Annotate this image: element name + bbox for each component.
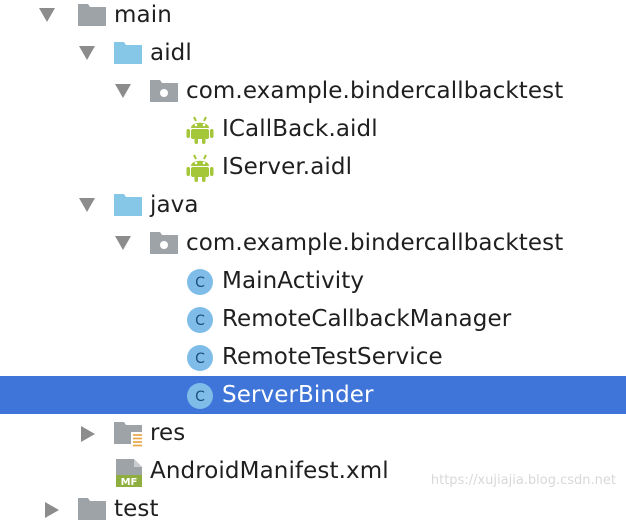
tree-item-label: AndroidManifest.xml — [150, 458, 389, 484]
tree-item-aidl[interactable]: aidl — [0, 34, 626, 72]
tree-item-label: ICallBack.aidl — [222, 116, 378, 142]
collapse-arrow-icon[interactable] — [44, 490, 64, 528]
expand-arrow-icon[interactable] — [38, 0, 58, 34]
tree-item-label: IServer.aidl — [222, 154, 353, 180]
tree-item-iserver-aidl[interactable]: IServer.aidl — [0, 148, 626, 186]
android-icon — [186, 110, 216, 148]
class-icon: C — [186, 300, 216, 338]
resource-folder-icon — [113, 414, 144, 452]
tree-item-label: RemoteCallbackManager — [222, 306, 512, 332]
tree-item-label: java — [150, 192, 199, 218]
folder-blue-icon — [113, 186, 143, 224]
tree-item-label: aidl — [150, 40, 192, 66]
tree-item-label: ServerBinder — [222, 382, 374, 408]
svg-text:C: C — [195, 389, 205, 405]
tree-item-label: test — [114, 496, 159, 522]
tree-item-aidl-package[interactable]: com.example.bindercallbacktest — [0, 72, 626, 110]
manifest-icon: MF — [114, 452, 144, 490]
package-icon — [149, 72, 179, 110]
svg-text:C: C — [195, 275, 205, 291]
expand-arrow-icon[interactable] — [114, 224, 134, 262]
class-icon: C — [186, 262, 216, 300]
tree-item-main[interactable]: main — [0, 0, 626, 34]
tree-item-java-package[interactable]: com.example.bindercallbacktest — [0, 224, 626, 262]
class-icon: C — [186, 338, 216, 376]
tree-item-label: RemoteTestService — [222, 344, 443, 370]
tree-item-label: com.example.bindercallbacktest — [186, 230, 564, 256]
class-icon: C — [186, 376, 216, 414]
package-icon — [149, 224, 179, 262]
folder-gray-icon — [77, 0, 107, 34]
tree-item-server-binder[interactable]: C ServerBinder — [0, 376, 626, 414]
tree-item-remote-callback-manager[interactable]: C RemoteCallbackManager — [0, 300, 626, 338]
tree-item-label: MainActivity — [222, 268, 365, 294]
tree-item-icallback-aidl[interactable]: ICallBack.aidl — [0, 110, 626, 148]
watermark: https://xujiajia.blog.csdn.net — [430, 473, 616, 488]
tree-item-label: res — [150, 420, 186, 446]
expand-arrow-icon[interactable] — [114, 72, 134, 110]
tree-item-label: main — [114, 2, 172, 28]
svg-text:C: C — [195, 313, 205, 329]
collapse-arrow-icon[interactable] — [80, 414, 100, 452]
tree-item-remote-test-service[interactable]: C RemoteTestService — [0, 338, 626, 376]
tree-item-label: com.example.bindercallbacktest — [186, 78, 564, 104]
svg-text:MF: MF — [121, 477, 138, 488]
svg-text:C: C — [195, 351, 205, 367]
tree-item-res[interactable]: res — [0, 414, 626, 452]
tree-item-next-partial[interactable]: test — [0, 490, 626, 528]
tree-item-main-activity[interactable]: C MainActivity — [0, 262, 626, 300]
folder-gray-icon — [77, 490, 107, 528]
folder-blue-icon — [113, 34, 143, 72]
expand-arrow-icon[interactable] — [78, 34, 98, 72]
tree-item-java[interactable]: java — [0, 186, 626, 224]
android-icon — [186, 148, 216, 186]
expand-arrow-icon[interactable] — [78, 186, 98, 224]
